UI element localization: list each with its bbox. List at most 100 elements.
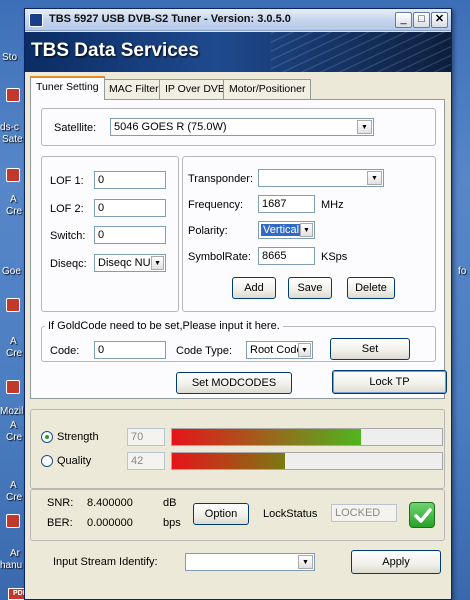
goldcode-group: If GoldCode need to be set,Please input …	[41, 320, 436, 362]
desktop-label: ds-c	[0, 122, 19, 133]
chevron-down-icon[interactable]: ▼	[151, 256, 164, 270]
quality-bar	[171, 452, 443, 470]
checkmark-glyph	[414, 508, 432, 523]
symbolrate-unit: KSps	[321, 251, 348, 263]
close-button[interactable]: ✕	[431, 12, 448, 28]
desktop-label: A	[10, 480, 17, 491]
symbolrate-input[interactable]: 8665	[258, 247, 315, 265]
lof2-label: LOF 2:	[50, 203, 84, 215]
desktop-label: Ar	[10, 548, 20, 559]
desktop-shortcut-icon[interactable]	[6, 380, 20, 394]
lock-tp-button[interactable]: Lock TP	[332, 370, 447, 394]
snr-label: SNR:	[47, 497, 74, 509]
chevron-down-icon[interactable]: ▼	[298, 555, 313, 569]
quality-radio[interactable]	[41, 455, 53, 467]
tab-ip-over-dvb[interactable]: IP Over DVB	[159, 79, 231, 99]
frequency-input[interactable]: 1687	[258, 195, 315, 213]
desktop-label: A	[10, 336, 17, 347]
lnb-group: LOF 1: 0 LOF 2: 0 Switch: 0 Diseqc: Dise…	[41, 156, 179, 312]
goldcode-legend: If GoldCode need to be set,Please input …	[45, 320, 283, 332]
satellite-group: Satellite: 5046 GOES R (75.0W) ▼	[41, 108, 436, 146]
input-stream-label: Input Stream Identify:	[53, 556, 158, 568]
strength-bar	[171, 428, 443, 446]
ber-unit: bps	[163, 517, 181, 529]
window-title: TBS 5927 USB DVB-S2 Tuner - Version: 3.0…	[49, 13, 291, 25]
quality-value: 42	[127, 452, 165, 470]
desktop-label: Sto	[2, 52, 18, 63]
desktop-label: Sate	[2, 134, 23, 145]
code-type-value: Root Code	[250, 344, 303, 356]
strength-radio[interactable]	[41, 431, 53, 443]
desktop-label: A	[10, 194, 17, 205]
lof1-input[interactable]: 0	[94, 171, 166, 189]
desktop-shortcut-icon[interactable]	[6, 298, 20, 312]
checkmark-icon	[409, 502, 435, 528]
chevron-down-icon[interactable]: ▼	[367, 171, 382, 185]
polarity-value: Vertical	[261, 224, 302, 236]
code-type-label: Code Type:	[176, 345, 233, 357]
code-input[interactable]: 0	[94, 341, 166, 359]
strength-value: 70	[127, 428, 165, 446]
desktop-label: Mozill	[0, 406, 26, 417]
minimize-button[interactable]: _	[395, 12, 412, 28]
tuner-setting-panel: Satellite: 5046 GOES R (75.0W) ▼ LOF 1: …	[30, 99, 447, 399]
desktop-label: Goe	[2, 266, 21, 277]
lockstatus-label: LockStatus	[263, 508, 318, 520]
chevron-down-icon[interactable]: ▼	[298, 343, 311, 357]
transponder-group: Transponder: ▼ Frequency: 1687 MHz Polar…	[182, 156, 436, 312]
strength-bar-fill	[172, 429, 361, 445]
signal-section: Strength 70 Quality 42	[30, 409, 445, 489]
frequency-label: Frequency:	[188, 199, 244, 211]
apply-button[interactable]: Apply	[351, 550, 441, 574]
tab-motor-positioner[interactable]: Motor/Positioner	[223, 79, 312, 99]
desktop-label: Cre	[6, 348, 23, 359]
ber-label: BER:	[47, 517, 73, 529]
add-button[interactable]: Add	[232, 277, 276, 299]
code-label: Code:	[50, 345, 80, 357]
tab-mac-filter[interactable]: MAC Filter	[103, 79, 165, 99]
save-button[interactable]: Save	[288, 277, 332, 299]
set-modcodes-button[interactable]: Set MODCODES	[176, 372, 292, 394]
banner: TBS Data Services	[25, 32, 451, 72]
tab-tuner-setting[interactable]: Tuner Setting	[30, 76, 105, 100]
switch-label: Switch:	[50, 230, 86, 242]
quality-label: Quality	[57, 455, 92, 467]
lof1-label: LOF 1:	[50, 175, 84, 187]
symbolrate-label: SymbolRate:	[188, 251, 251, 263]
strength-label: Strength	[57, 431, 99, 443]
chevron-down-icon[interactable]: ▼	[300, 223, 313, 237]
polarity-select[interactable]: Vertical ▼	[258, 221, 315, 239]
option-button[interactable]: Option	[193, 503, 249, 525]
desktop-label: Cre	[6, 432, 23, 443]
desktop-label: A	[10, 420, 17, 431]
frequency-unit: MHz	[321, 199, 344, 211]
banner-graphic	[271, 32, 451, 72]
desktop-label: fo	[458, 266, 467, 277]
set-goldcode-button[interactable]: Set	[330, 338, 410, 360]
snr-unit: dB	[163, 497, 177, 509]
switch-input[interactable]: 0	[94, 226, 166, 244]
polarity-label: Polarity:	[188, 225, 228, 237]
chevron-down-icon[interactable]: ▼	[357, 120, 372, 134]
maximize-button[interactable]: □	[413, 12, 430, 28]
satellite-select[interactable]: 5046 GOES R (75.0W) ▼	[110, 118, 374, 136]
desktop-shortcut-icon[interactable]	[6, 88, 20, 102]
desktop-label: Cre	[6, 492, 23, 503]
tuner-window: TBS 5927 USB DVB-S2 Tuner - Version: 3.0…	[24, 8, 452, 600]
lockstatus-value: LOCKED	[331, 504, 397, 522]
code-type-select[interactable]: Root Code ▼	[246, 341, 313, 359]
app-icon	[29, 13, 43, 27]
title-bar[interactable]: TBS 5927 USB DVB-S2 Tuner - Version: 3.0…	[25, 9, 451, 31]
transponder-select[interactable]: ▼	[258, 169, 384, 187]
snr-value: 8.400000	[87, 497, 133, 509]
diseqc-select[interactable]: Diseqc NULL ▼	[94, 254, 166, 272]
input-stream-select[interactable]: ▼	[185, 553, 315, 571]
lof2-input[interactable]: 0	[94, 199, 166, 217]
satellite-label: Satellite:	[54, 122, 97, 134]
satellite-value: 5046 GOES R (75.0W)	[114, 121, 227, 133]
desktop-label: Cre	[6, 206, 23, 217]
desktop-shortcut-icon[interactable]	[6, 168, 20, 182]
banner-title: TBS Data Services	[31, 40, 199, 61]
desktop-shortcut-icon[interactable]	[6, 514, 20, 528]
delete-button[interactable]: Delete	[347, 277, 395, 299]
